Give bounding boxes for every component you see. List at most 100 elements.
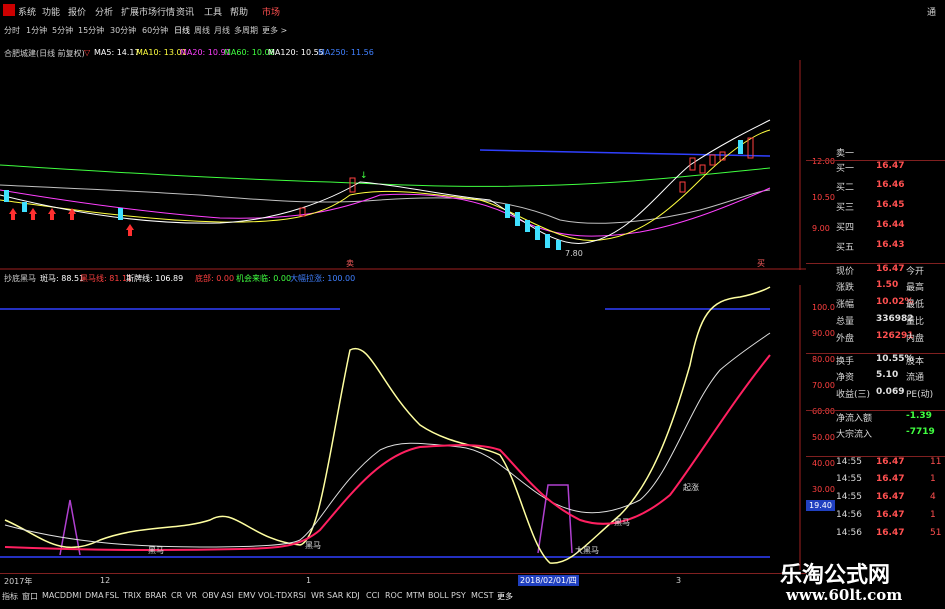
period-tab[interactable]: 5分钟 (52, 25, 73, 36)
tab-asi[interactable]: ASI (221, 591, 234, 600)
tab-cr[interactable]: CR (171, 591, 182, 600)
period-tab[interactable]: 分时 (4, 25, 20, 36)
bid-price: 16.43 (876, 240, 905, 250)
tick-time: 14:56 (836, 528, 862, 538)
date-cursor-label: 2018/02/01/四 (518, 575, 579, 586)
tab-cci[interactable]: CCI (366, 591, 380, 600)
tab-mtm[interactable]: MTM (406, 591, 425, 600)
watermark-url: www.60lt.com (786, 586, 903, 604)
indicator-line: 斯牌线: 106.89 (126, 274, 184, 283)
tick-price: 16.47 (876, 510, 905, 520)
tab-dmi[interactable]: DMI (66, 591, 81, 600)
bid-label: 买一 (836, 164, 855, 174)
tab-sar[interactable]: SAR (327, 591, 343, 600)
annotation-label: 黑马 (305, 541, 321, 550)
tab-fsl[interactable]: FSL (105, 591, 119, 600)
kline-chart[interactable]: 卖 买 ↓ (0, 60, 806, 270)
menu-function[interactable]: 功能 (42, 5, 60, 18)
menu-system[interactable]: 系统 (18, 5, 36, 18)
annotation-label: 黑马 (614, 518, 630, 527)
date-label: 12 (100, 576, 111, 585)
tab-rsi[interactable]: RSI (293, 591, 306, 600)
menu-news[interactable]: 资讯 (176, 5, 194, 18)
bid-price: 16.44 (876, 220, 905, 230)
menu-market[interactable]: 市场 (262, 5, 280, 18)
tick-time: 14:56 (836, 510, 862, 520)
tab-mcst[interactable]: MCST (471, 591, 493, 600)
sell-marker: 卖 (346, 259, 354, 268)
bid-price: 16.45 (876, 200, 905, 210)
bid-label: 买三 (836, 203, 855, 213)
stat-label2: 股本 (906, 357, 925, 367)
tab-vr[interactable]: VR (186, 591, 197, 600)
tab-wr[interactable]: WR (311, 591, 324, 600)
tick-time: 14:55 (836, 457, 862, 467)
indicator-chart[interactable] (0, 285, 806, 570)
tab-vol-tdx[interactable]: VOL-TDX (258, 591, 293, 600)
stat-label: 净资 (836, 373, 855, 383)
bid-label: 买五 (836, 243, 855, 253)
period-selector: 分时 1分钟 5分钟 15分钟 30分钟 60分钟 日线 周线 月线 多周期 更… (0, 22, 540, 36)
tab-window[interactable]: 窗口 (22, 591, 38, 602)
tick-price: 16.47 (876, 457, 905, 467)
ask-label: 卖一 (836, 149, 855, 159)
bid-label: 买二 (836, 183, 855, 193)
date-label: 3 (676, 576, 682, 585)
stat-label: 总量 (836, 317, 855, 327)
tick-price: 16.47 (876, 492, 905, 502)
annotation-label: 大黑马 (575, 546, 599, 555)
tab-trix[interactable]: TRIX (123, 591, 141, 600)
stat-label: 现价 (836, 267, 855, 277)
period-tab[interactable]: 30分钟 (110, 25, 136, 36)
tick-volume: 1 (930, 510, 936, 520)
tick-volume: 1 (930, 474, 936, 484)
stat-label2: 流通 (906, 373, 925, 383)
indicator-zebra: 斑马: 88.51 (40, 274, 85, 283)
tab-macd[interactable]: MACD (42, 591, 66, 600)
ma-flag-icon: ▽ (84, 48, 91, 57)
tab-obv[interactable]: OBV (202, 591, 219, 600)
ma120-label: MA120: 10.55 (268, 48, 324, 57)
flow-label: 净流入额 (836, 414, 873, 424)
stat-label2: 最高 (906, 283, 925, 293)
period-tab[interactable]: 多周期 (234, 25, 258, 36)
tick-time: 14:55 (836, 492, 862, 502)
period-tab[interactable]: 15分钟 (78, 25, 104, 36)
tick-volume: 4 (930, 492, 936, 502)
menu-tools[interactable]: 工具 (204, 5, 222, 18)
menu-quote[interactable]: 报价 (68, 5, 86, 18)
indicator-rally: 大幅拉涨: 100.00 (290, 274, 356, 283)
tab-more[interactable]: 更多 (497, 591, 513, 602)
chart-title: 合肥城建(日线 前复权) (4, 49, 85, 58)
ma250-label: MA250: 11.56 (318, 48, 374, 57)
indicator-name: 抄底黑马 (4, 274, 36, 283)
stat-label: 涨幅 (836, 300, 855, 310)
tab-kdj[interactable]: KDJ (346, 591, 360, 600)
menu-help[interactable]: 帮助 (230, 5, 248, 18)
period-tab-active[interactable]: 日线 (174, 25, 190, 36)
menu-analysis[interactable]: 分析 (95, 5, 113, 18)
tab-psy[interactable]: PSY (451, 591, 466, 600)
tab-dma[interactable]: DMA (85, 591, 104, 600)
tab-emv[interactable]: EMV (238, 591, 255, 600)
stat-label2: 今开 (906, 267, 925, 277)
tab-indicator[interactable]: 指标 (2, 591, 18, 602)
period-tab[interactable]: 周线 (194, 25, 210, 36)
menu-bar: 系统 功能 报价 分析 扩展市场行情 资讯 工具 帮助 市场 通 (0, 0, 945, 22)
period-tab-more[interactable]: 更多 > (262, 25, 287, 36)
flow-value: -7719 (906, 427, 935, 437)
annotation-label: 黑马 (148, 546, 164, 555)
period-tab[interactable]: 月线 (214, 25, 230, 36)
date-axis: 2017年 12 1 2018/02/01/四 3 (0, 573, 806, 588)
menu-extended-market[interactable]: 扩展市场行情 (121, 5, 175, 18)
period-tab[interactable]: 1分钟 (26, 25, 47, 36)
tick-volume: 11 (930, 457, 942, 467)
stat-label: 收益(三) (836, 390, 871, 400)
period-tab[interactable]: 60分钟 (142, 25, 168, 36)
stat-label2: 量比 (906, 317, 925, 327)
tab-brar[interactable]: BRAR (145, 591, 167, 600)
tab-boll[interactable]: BOLL (428, 591, 449, 600)
stat-label: 涨跌 (836, 283, 855, 293)
tab-roc[interactable]: ROC (385, 591, 402, 600)
svg-text:↓: ↓ (360, 171, 368, 181)
